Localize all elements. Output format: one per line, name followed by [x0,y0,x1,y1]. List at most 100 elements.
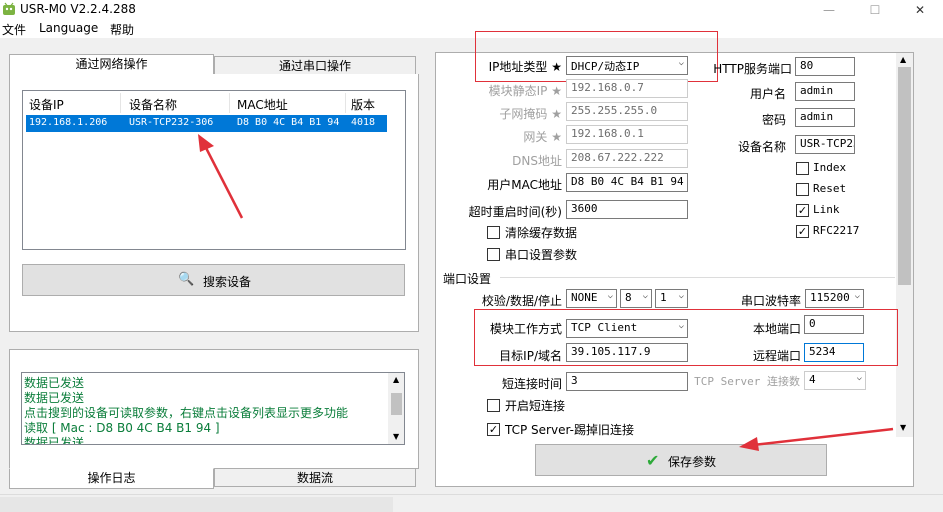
column-header-version[interactable]: 版本 [351,96,375,113]
device-name-field[interactable]: USR-TCP23 [795,135,855,154]
remote-port-field[interactable]: 5234 [804,343,864,362]
timeout-field[interactable]: 3600 [566,200,688,219]
baud-select[interactable]: 115200 ⌵ [805,289,864,308]
menu-file[interactable]: 文件 [2,21,26,38]
tcp-server-conn-label: TCP Server 连接数 [694,375,800,388]
username-label: 用户名 [749,87,786,101]
log-line: 数据已发送 [24,376,85,390]
kick-old-label: TCP Server-踢掉旧连接 [505,423,634,437]
title-bar: USR-M0 V2.2.4.288 — ☐ ✕ [0,0,943,20]
stop-bits-select[interactable]: 1 ⌵ [655,289,688,308]
tcp-server-conn-select[interactable]: 4 ⌵ [804,371,866,390]
index-label: Index [813,161,847,174]
static-ip-field[interactable]: 192.168.0.7 [566,79,688,98]
save-button-label: 保存参数 [668,455,717,469]
baud-label: 串口波特率 [740,294,801,308]
baud-value: 115200 [810,291,850,304]
short-conn-label: 短连接时间 [501,377,562,391]
timeout-label: 超时重启时间(秒) [468,205,562,219]
status-segment [0,497,393,512]
scroll-thumb[interactable] [898,67,911,285]
scroll-up-icon[interactable]: ▲ [900,55,906,64]
search-device-button[interactable]: 🔍 搜索设备 [22,264,405,296]
reset-label: Reset [813,182,847,195]
serial-params-label: 串口设置参数 [505,248,578,262]
static-ip-label: 模块静态IP ★ [488,84,562,98]
chevron-down-icon: ⌵ [678,291,684,301]
link-checkbox[interactable]: ✓ [796,204,809,217]
ip-type-select[interactable]: DHCP/动态IP ⌵ [566,56,688,75]
chevron-down-icon: ⌵ [678,58,684,68]
cell-ip: 192.168.1.206 [29,117,108,128]
checkmark-icon: ✔ [646,451,660,470]
local-port-field[interactable]: 0 [804,315,864,334]
chevron-down-icon: ⌵ [856,373,862,383]
work-mode-value: TCP Client [571,321,638,334]
scroll-down-icon[interactable]: ▼ [900,423,906,432]
http-port-field[interactable]: 80 [795,57,855,76]
tab-data-stream[interactable]: 数据流 [214,468,416,487]
scroll-up-icon[interactable]: ▲ [393,375,399,384]
ip-type-label: IP地址类型 ★ [488,60,562,74]
app-icon [3,2,15,15]
cell-mac: D8 B0 4C B4 B1 94 [237,117,340,128]
log-line: 点击搜到的设备可读取参数，右键点击设备列表显示更多功能 [24,406,349,420]
column-header-ip[interactable]: 设备IP [29,96,64,113]
scroll-down-icon[interactable]: ▼ [393,432,399,441]
data-bits-value: 8 [625,291,632,304]
data-bits-select[interactable]: 8 ⌵ [620,289,652,308]
menu-language[interactable]: Language [39,21,98,35]
menu-help[interactable]: 帮助 [110,21,134,38]
kick-old-checkbox[interactable]: ✓ [487,423,500,436]
chevron-down-icon: ⌵ [642,291,648,301]
target-ip-field[interactable]: 39.105.117.9 [566,343,688,362]
rfc2217-checkbox[interactable]: ✓ [796,225,809,238]
tcp-server-conn-value: 4 [809,373,816,386]
mac-label: 用户MAC地址 [487,178,562,192]
password-label: 密码 [761,113,786,127]
clear-cache-checkbox[interactable] [487,226,500,239]
index-checkbox[interactable] [796,162,809,175]
annotation-arrow-icon [198,134,244,219]
close-button[interactable]: ✕ [897,0,943,20]
subnet-mask-field[interactable]: 255.255.255.0 [566,102,688,121]
maximize-button[interactable]: ☐ [852,0,898,20]
minimize-button[interactable]: — [806,0,852,20]
password-field[interactable]: admin [795,108,855,127]
short-conn-field[interactable]: 3 [566,372,688,391]
reset-checkbox[interactable] [796,183,809,196]
chevron-down-icon: ⌵ [678,321,684,331]
link-label: Link [813,203,840,216]
enable-short-label: 开启短连接 [505,399,566,413]
mac-field[interactable]: D8 B0 4C B4 B1 94 [566,173,688,192]
settings-scrollbar[interactable]: ▲ ▼ [896,53,913,437]
tab-operation-log[interactable]: 操作日志 [9,468,214,489]
tab-serial-operation[interactable]: 通过串口操作 [214,56,416,75]
tab-network-operation[interactable]: 通过网络操作 [9,54,214,75]
stop-bits-value: 1 [660,291,667,304]
window-title: USR-M0 V2.2.4.288 [20,2,136,16]
column-header-name[interactable]: 设备名称 [129,96,177,113]
dns-field[interactable]: 208.67.222.222 [566,149,688,168]
log-area[interactable]: 数据已发送 数据已发送 点击搜到的设备可读取参数，右键点击设备列表显示更多功能 … [21,372,405,445]
local-port-label: 本地端口 [752,322,801,336]
serial-params-checkbox[interactable] [487,248,500,261]
username-field[interactable]: admin [795,82,855,101]
column-header-mac[interactable]: MAC地址 [237,96,288,113]
port-section-title: 端口设置 [443,272,492,286]
subnet-mask-label: 子网掩码 ★ [499,107,562,121]
log-scrollbar[interactable]: ▲ ▼ [388,373,404,444]
chevron-down-icon: ⌵ [854,291,860,301]
parity-select[interactable]: NONE ⌵ [566,289,617,308]
gateway-label: 网关 ★ [523,130,562,144]
chevron-down-icon: ⌵ [607,291,613,301]
cell-name: USR-TCP232-306 [129,117,214,128]
dns-label: DNS地址 [512,154,562,168]
enable-short-checkbox[interactable] [487,399,500,412]
divider [500,277,895,278]
scroll-thumb[interactable] [391,393,402,415]
work-mode-select[interactable]: TCP Client ⌵ [566,319,688,338]
column-divider [345,93,346,113]
gateway-field[interactable]: 192.168.0.1 [566,125,688,144]
log-line: 读取 [ Mac : D8 B0 4C B4 B1 94 ] [24,421,220,435]
